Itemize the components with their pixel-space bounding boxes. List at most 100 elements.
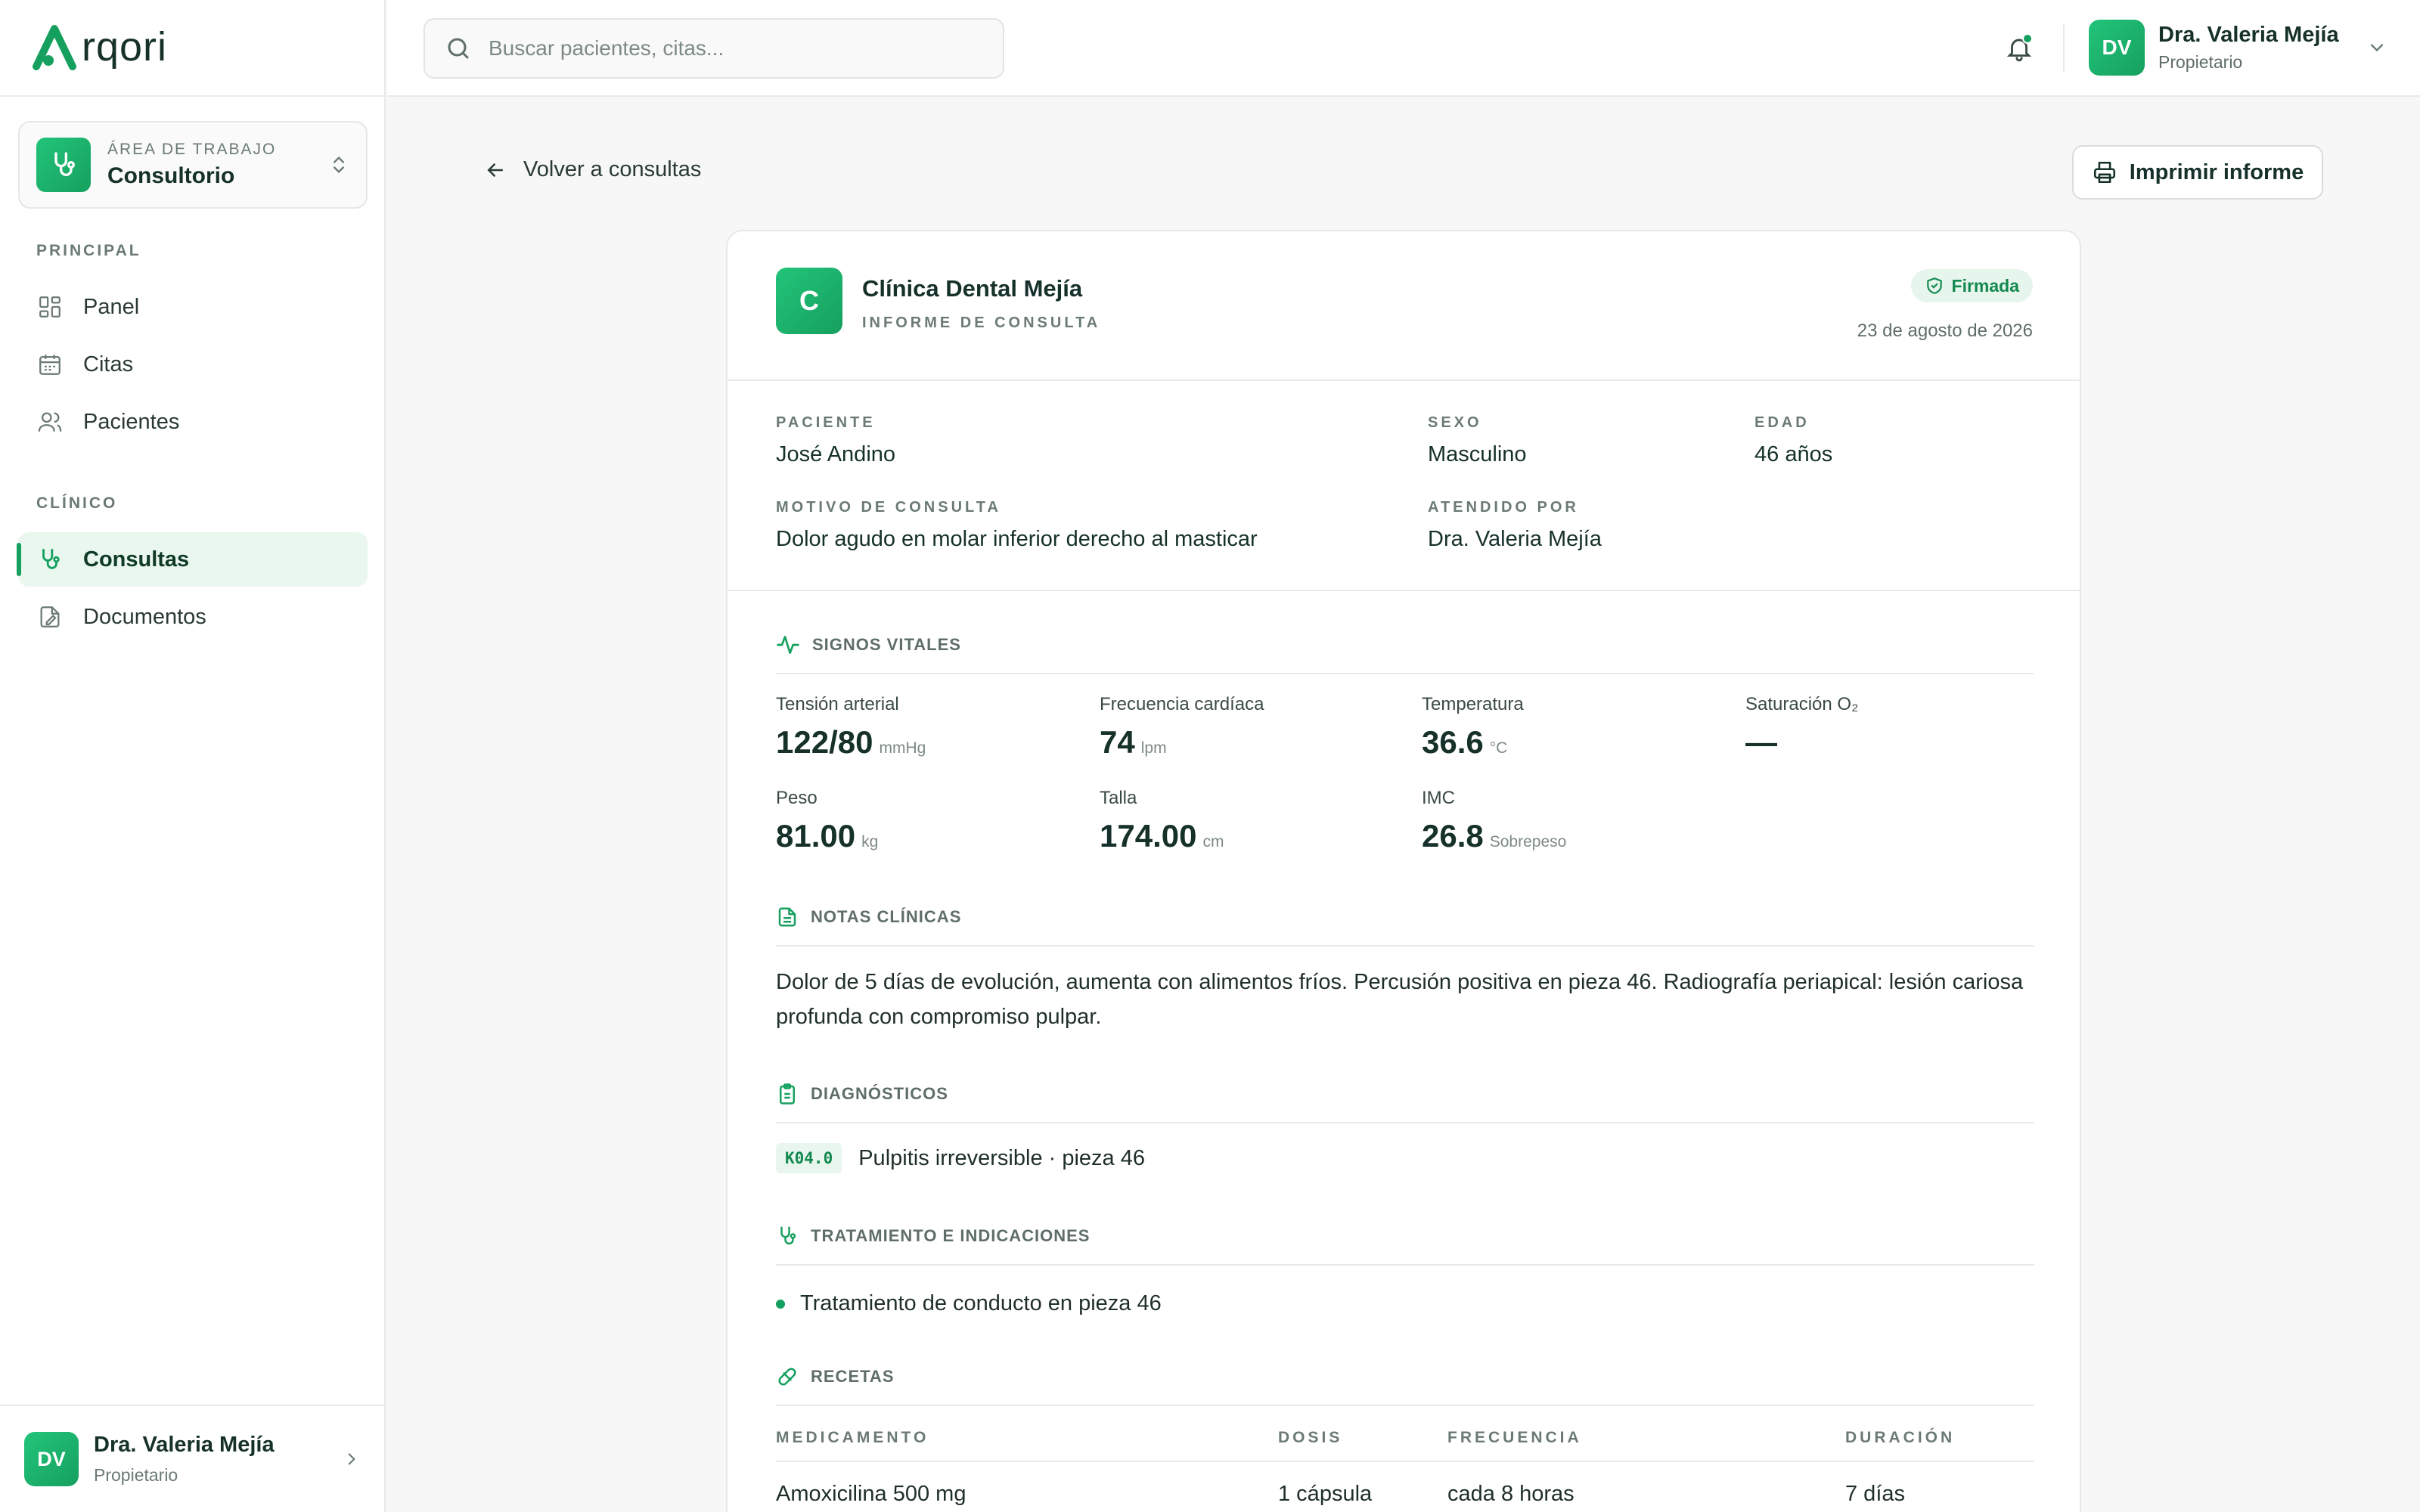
vital-unit: °C <box>1489 739 1508 757</box>
back-label: Volver a consultas <box>523 157 702 181</box>
vital-temperature: Temperatura 36.6 °C <box>1422 694 1524 761</box>
vital-value: 26.8 <box>1422 818 1484 854</box>
vital-weight: Peso 81.00 kg <box>776 788 878 854</box>
sidebar-item-pacientes[interactable]: Pacientes <box>18 395 368 449</box>
frequency-cell: cada 8 horas <box>1447 1482 1575 1506</box>
vital-height: Talla 174.00 cm <box>1100 788 1224 854</box>
patient-name: José Andino <box>776 442 896 466</box>
sidebar-item-label: Documentos <box>83 604 206 629</box>
column-header-dose: DOSIS <box>1278 1406 1447 1462</box>
reason-field: MOTIVO DE CONSULTA Dolor agudo en molar … <box>776 499 1258 552</box>
attending-doctor: Dra. Valeria Mejía <box>1428 527 1602 551</box>
vital-heart-rate: Frecuencia cardíaca 74 lpm <box>1100 694 1264 761</box>
workspace-label: ÁREA DE TRABAJO <box>107 141 277 158</box>
table-row: Amoxicilina 500 mg 1 cápsula cada 8 hora… <box>776 1461 2034 1512</box>
clinical-notes-text: Dolor de 5 días de evolución, aumenta co… <box>776 970 2024 1029</box>
vital-unit: mmHg <box>879 739 926 757</box>
print-label: Imprimir informe <box>2129 160 2304 184</box>
workspace-switcher[interactable]: ÁREA DE TRABAJO Consultorio <box>18 121 368 209</box>
document-edit-icon <box>36 603 64 631</box>
consultation-report-card: C Clínica Dental Mejía INFORME DE CONSUL… <box>726 230 2081 1512</box>
sidebar-user-card[interactable]: DV Dra. Valeria Mejía Propietario <box>0 1405 386 1512</box>
pill-icon <box>778 1368 796 1386</box>
patient-sex: Masculino <box>1428 442 1527 466</box>
bullet <box>776 1299 785 1309</box>
patient-field: PACIENTE José Andino <box>776 414 895 467</box>
arrow-left-icon <box>487 163 503 177</box>
treatment-section: TRATAMIENTO E INDICACIONES Tratamiento d… <box>776 1222 2034 1316</box>
sidebar-item-panel[interactable]: Panel <box>18 280 368 334</box>
dose-cell: 1 cápsula <box>1278 1482 1373 1506</box>
vitals-section: SIGNOS VITALES Tensión arterial 122/80 mm… <box>776 631 2034 865</box>
nav-section-principal: PRINCIPAL <box>36 242 141 259</box>
report-type: INFORME DE CONSULTA <box>862 314 1101 331</box>
patient-age: 46 años <box>1754 442 1833 466</box>
stethoscope-icon <box>36 546 64 573</box>
clinic-logo: C <box>776 268 842 334</box>
vital-value: 74 <box>1100 724 1135 760</box>
vital-label: Tensión arterial <box>776 694 899 714</box>
vital-label: Peso <box>776 788 818 808</box>
vital-label: Talla <box>1100 788 1137 808</box>
age-field: EDAD 46 años <box>1754 414 1832 467</box>
vital-value: 81.00 <box>776 818 856 854</box>
section-title: TRATAMIENTO E INDICACIONES <box>811 1226 1091 1245</box>
vital-value: — <box>1745 724 1777 760</box>
field-label: ATENDIDO POR <box>1428 499 1579 516</box>
vital-label: Temperatura <box>1422 694 1524 714</box>
table-header-row: MEDICAMENTO DOSIS FRECUENCIA DURACIÓN <box>776 1406 2034 1462</box>
sidebar-item-consultas[interactable]: Consultas <box>17 532 368 587</box>
search-input[interactable] <box>489 36 973 60</box>
nav-section-clinico: CLÍNICO <box>36 494 118 512</box>
app-logo[interactable]: rqori <box>32 23 167 71</box>
vital-label: Saturación O₂ <box>1745 694 1859 714</box>
user-menu[interactable]: DV Dra. Valeria Mejía Propietario <box>2089 20 2387 76</box>
section-title: SIGNOS VITALES <box>812 635 961 654</box>
diagnosis-item: K04.0 Pulpitis irreversible · pieza 46 <box>776 1143 2034 1173</box>
column-header-duration: DURACIÓN <box>1845 1406 2034 1462</box>
vital-value: 122/80 <box>776 724 873 760</box>
clinic-name: Clínica Dental Mejía <box>862 275 1083 302</box>
avatar: DV <box>2089 20 2145 76</box>
users-icon <box>36 408 64 435</box>
vital-label: IMC <box>1422 788 1455 808</box>
status-badge: Firmada <box>1910 269 2033 302</box>
chevron-down-icon <box>2370 44 2383 52</box>
back-to-consultations-link[interactable]: Volver a consultas <box>484 157 701 182</box>
report-header: C Clínica Dental Mejía INFORME DE CONSUL… <box>728 231 2080 381</box>
divider <box>0 95 386 97</box>
sidebar-item-documentos[interactable]: Documentos <box>18 590 368 644</box>
print-report-button[interactable]: Imprimir informe <box>2072 145 2323 200</box>
section-title: RECETAS <box>811 1367 895 1386</box>
sidebar-item-label: Citas <box>83 352 134 376</box>
duration-cell: 7 días <box>1845 1482 1905 1506</box>
sex-field: SEXO Masculino <box>1428 414 1527 467</box>
calendar-icon <box>36 351 64 378</box>
divider <box>2063 24 2065 73</box>
vital-unit: cm <box>1202 833 1224 850</box>
logo-text: rqori <box>82 24 168 70</box>
field-label: PACIENTE <box>776 414 876 431</box>
sidebar-item-citas[interactable]: Citas <box>18 337 368 392</box>
chevron-right-icon <box>348 1453 355 1465</box>
sidebar-item-label: Panel <box>83 294 140 319</box>
patient-info: PACIENTE José Andino SEXO Masculino EDAD… <box>728 381 2080 591</box>
stethoscope-icon <box>780 1226 796 1245</box>
treatment-item: Tratamiento de conducto en pieza 46 <box>776 1291 2034 1316</box>
diagnoses-section: DIAGNÓSTICOS K04.0 Pulpitis irreversible… <box>776 1080 2034 1173</box>
grid-icon <box>36 293 64 321</box>
vital-oxygen-saturation: Saturación O₂ — <box>1745 694 1858 761</box>
field-label: EDAD <box>1754 414 1810 431</box>
search-icon <box>448 38 469 59</box>
avatar: DV <box>24 1432 79 1486</box>
clipboard-icon <box>780 1083 795 1105</box>
notification-dot <box>2022 33 2033 44</box>
sidebar-item-label: Consultas <box>83 547 190 572</box>
document-icon <box>778 907 796 927</box>
printer-icon <box>2093 161 2115 184</box>
search-box[interactable] <box>424 18 1004 79</box>
vital-unit: lpm <box>1140 739 1167 757</box>
prescriptions-section: RECETAS MEDICAMENTO DOSIS FRECUENCIA DUR… <box>776 1362 2034 1512</box>
vital-unit: Sobrepeso <box>1489 833 1567 850</box>
notifications-button[interactable] <box>2001 30 2037 67</box>
